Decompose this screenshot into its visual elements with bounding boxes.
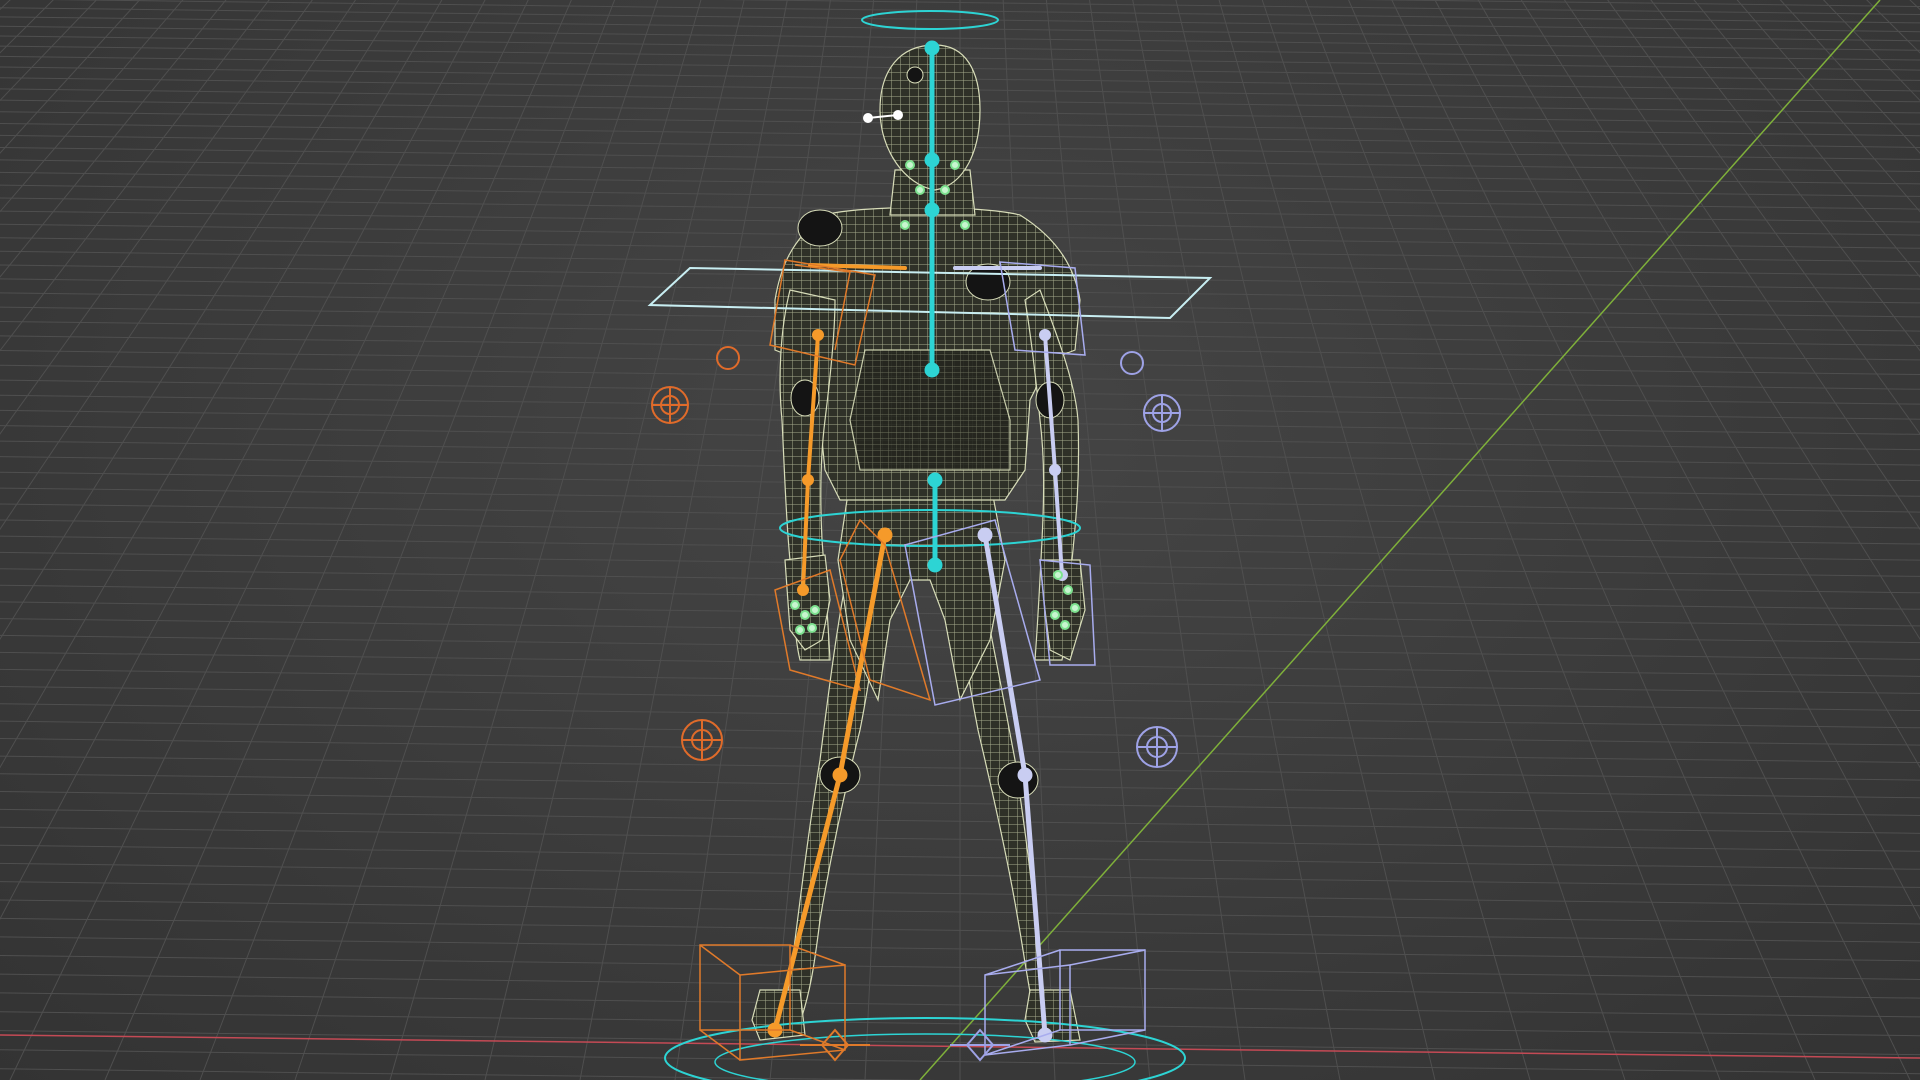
grid-line <box>1822 0 1920 102</box>
right-foot-mesh[interactable] <box>1024 989 1081 1043</box>
grid-line <box>1563 0 1920 531</box>
grid-line <box>1779 0 1920 154</box>
grid-line <box>1348 0 1816 1080</box>
grid-line <box>0 0 270 352</box>
grid-line <box>0 0 129 1080</box>
grid-line <box>1607 0 1920 435</box>
viewport-scene[interactable] <box>0 0 1920 1080</box>
grid-line <box>1909 0 1920 11</box>
grid-line <box>674 0 831 1080</box>
3d-viewport[interactable] <box>0 0 1920 1080</box>
grid-line <box>1791 0 1920 1080</box>
grid-line <box>0 0 400 641</box>
grid-line <box>0 0 96 1080</box>
grid-line <box>1725 0 1920 1080</box>
grid-line <box>0 0 313 435</box>
grid-line <box>1891 0 1920 1080</box>
grid-line <box>1858 0 1920 1080</box>
grid-line <box>0 0 357 531</box>
grid-line <box>1650 0 1920 352</box>
grid-line <box>484 0 745 1080</box>
grid-line <box>1825 0 1920 1080</box>
grid-line <box>1758 0 1920 1080</box>
grid-line <box>294 0 659 1080</box>
